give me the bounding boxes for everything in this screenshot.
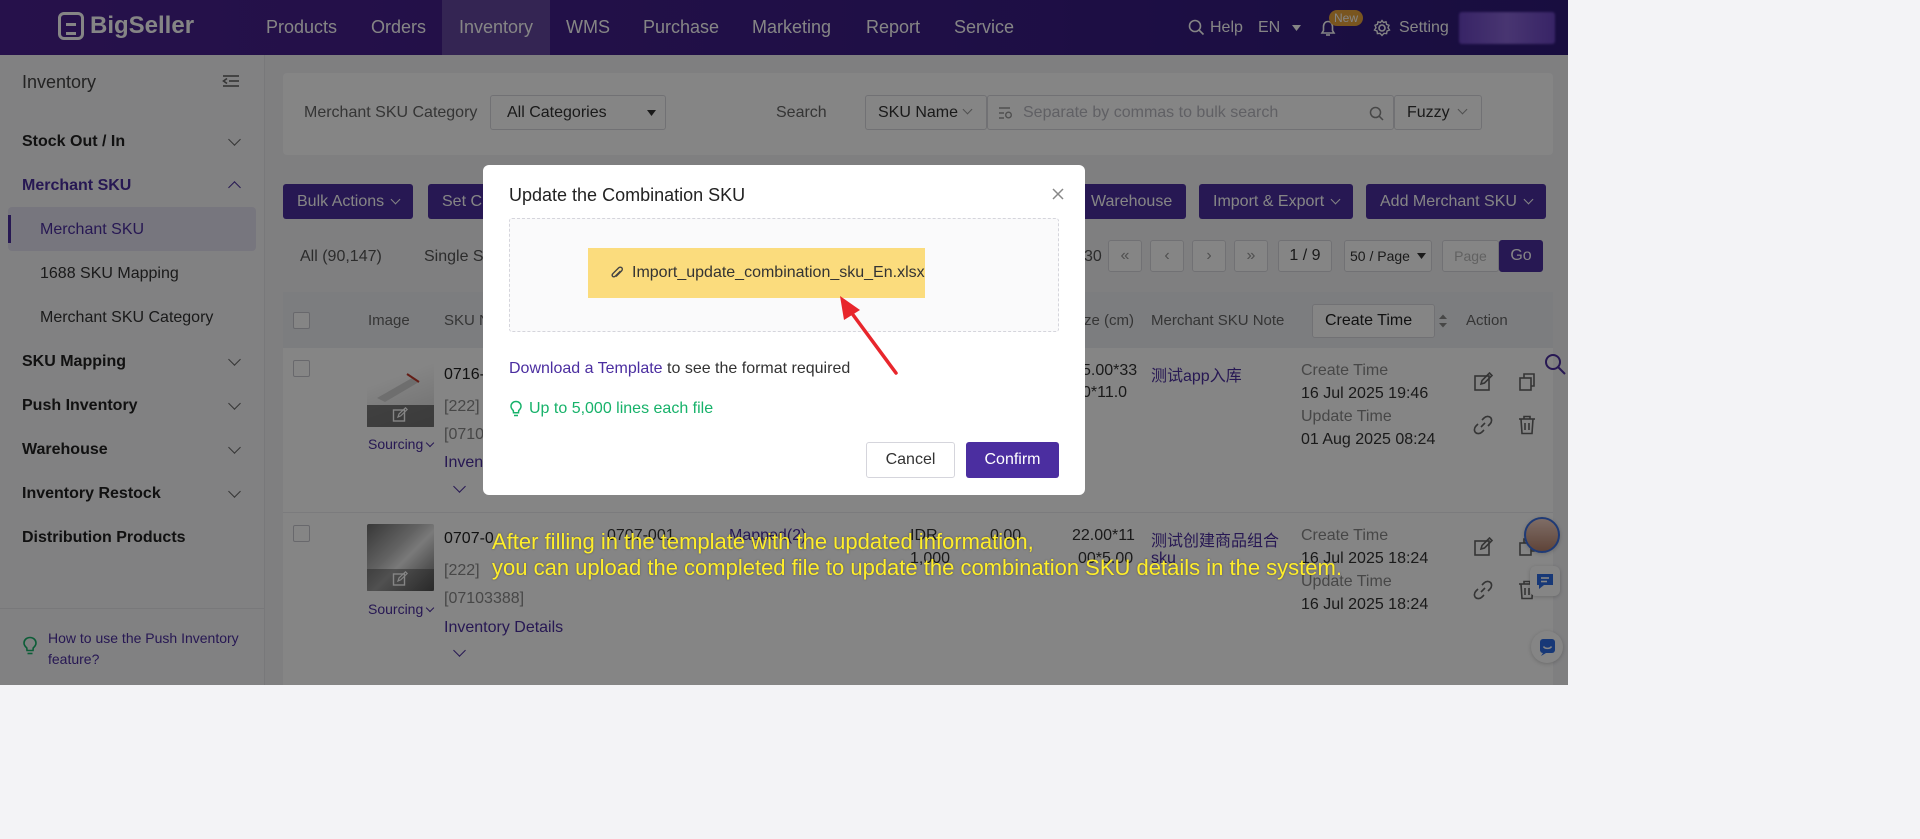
annotation-arrow (840, 296, 898, 375)
download-template-link[interactable]: Download a Template (509, 360, 663, 377)
upload-limit-tip: Up to 5,000 lines each file (509, 400, 713, 418)
app-screen: BigSeller Products Orders Inventory WMS … (0, 0, 1568, 685)
download-template-line: Download a Template to see the format re… (509, 360, 850, 378)
caption-line-2: you can upload the completed file to upd… (492, 555, 1342, 580)
lightbulb-icon (510, 400, 522, 417)
paperclip-icon (611, 266, 623, 278)
cancel-button[interactable]: Cancel (866, 442, 955, 478)
uploaded-file-name: Import_update_combination_sku_En.xlsx (632, 264, 925, 281)
confirm-button[interactable]: Confirm (966, 442, 1059, 478)
dialog-title: Update the Combination SKU (509, 185, 746, 205)
upload-limit-text: Up to 5,000 lines each file (529, 400, 714, 417)
close-icon[interactable] (1050, 186, 1066, 202)
caption-line-1: After filling in the template with the u… (492, 529, 1034, 554)
download-template-hint: to see the format required (662, 360, 851, 377)
